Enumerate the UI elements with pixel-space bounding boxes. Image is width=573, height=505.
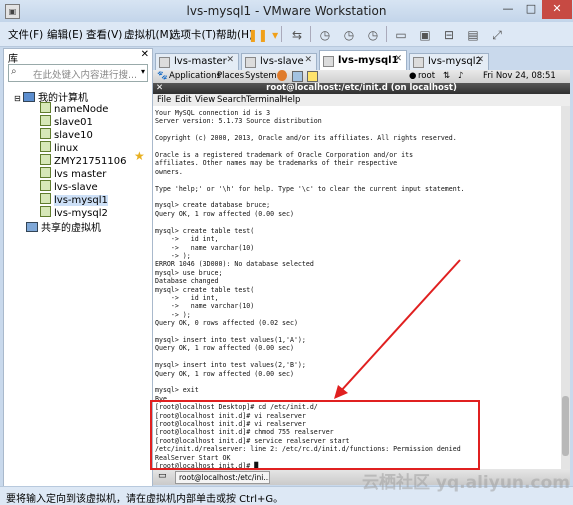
library-title: 库 bbox=[8, 54, 18, 65]
vm-icon bbox=[40, 206, 51, 217]
minimize-button[interactable]: — bbox=[496, 0, 520, 19]
computer-icon bbox=[23, 92, 35, 102]
vm-icon bbox=[40, 180, 51, 191]
tree-item-lvs-master[interactable]: lvs master bbox=[40, 167, 106, 180]
tab-lvs-mysql2[interactable]: lvs-mysql2 ✕ bbox=[409, 53, 489, 70]
close-button[interactable]: ✕ bbox=[542, 0, 572, 19]
tab-close-icon[interactable]: ✕ bbox=[226, 55, 234, 65]
library-icon[interactable]: ▭ bbox=[389, 24, 413, 46]
terminal-menu-file[interactable]: File bbox=[157, 95, 171, 105]
terminal-scrollbar[interactable] bbox=[561, 106, 570, 469]
thumbnail-icon[interactable]: ▣ bbox=[413, 24, 437, 46]
search-icon: ⌕ bbox=[11, 66, 17, 77]
snapshot-manager-icon[interactable]: ◷ bbox=[361, 24, 385, 46]
terminal-title: root@localhost:/etc/init.d (on localhost… bbox=[266, 83, 457, 93]
tree-item-slave10[interactable]: slave10 bbox=[40, 128, 93, 141]
tab-close-icon[interactable]: ✕ bbox=[476, 55, 484, 65]
terminal-menu-help[interactable]: Help bbox=[281, 95, 300, 105]
pause-icon[interactable]: ❚❚ ▾ bbox=[246, 24, 280, 46]
user-icon: ● bbox=[409, 71, 417, 81]
title-bar: ▣ lvs-mysql1 - VMware Workstation — □ ✕ bbox=[0, 0, 573, 22]
terminal-menu-search[interactable]: Search bbox=[217, 95, 246, 105]
menu-edit[interactable]: 编辑(E) bbox=[47, 27, 83, 42]
scrollbar-thumb[interactable] bbox=[562, 396, 569, 456]
tree-item-shared-vms[interactable]: 共享的虚拟机 bbox=[26, 219, 101, 234]
highlight-box bbox=[150, 400, 480, 470]
vm-icon bbox=[40, 141, 51, 152]
vm-tabs: lvs-master ✕ lvs-slave ✕ lvs-mysql1 ✕ lv… bbox=[153, 50, 573, 71]
tab-close-icon[interactable]: ✕ bbox=[394, 54, 402, 64]
clock[interactable]: Fri Nov 24, 08:51 bbox=[483, 71, 556, 81]
tree-item-linux[interactable]: linux bbox=[40, 141, 78, 154]
chevron-down-icon[interactable]: ▾ bbox=[141, 67, 145, 76]
network-icon: ⇅ bbox=[443, 71, 451, 81]
menu-tabs[interactable]: 选项卡(T) bbox=[170, 27, 216, 42]
tree-item-lvs-mysql2[interactable]: lvs-mysql2 bbox=[40, 206, 108, 219]
shared-folder-icon bbox=[26, 222, 38, 232]
favorite-star-icon[interactable]: ★ bbox=[134, 149, 145, 163]
terminal-close-icon[interactable]: ✕ bbox=[156, 83, 163, 94]
terminal-menu: File Edit View Search Terminal Help bbox=[153, 94, 570, 106]
tree-item-lvs-slave[interactable]: lvs-slave bbox=[40, 180, 98, 193]
vm-icon bbox=[40, 193, 51, 204]
mail-icon[interactable] bbox=[292, 71, 303, 82]
vm-icon bbox=[40, 128, 51, 139]
vm-icon bbox=[159, 57, 170, 68]
terminal-menu-terminal[interactable]: Terminal bbox=[246, 95, 282, 105]
tab-lvs-mysql1[interactable]: lvs-mysql1 ✕ bbox=[319, 50, 407, 71]
notes-icon[interactable] bbox=[307, 71, 318, 82]
vm-icon bbox=[413, 57, 424, 68]
menu-system[interactable]: System bbox=[245, 71, 277, 81]
menu-places[interactable]: Places bbox=[217, 71, 244, 81]
tree-item-lvs-mysql1[interactable]: lvs-mysql1 bbox=[40, 193, 108, 206]
firefox-icon[interactable] bbox=[277, 70, 287, 81]
revert-snapshot-icon[interactable]: ◷ bbox=[337, 24, 361, 46]
toolbar-separator bbox=[310, 26, 311, 42]
tree-item-slave01[interactable]: slave01 bbox=[40, 115, 93, 128]
vm-icon bbox=[40, 167, 51, 178]
vm-icon bbox=[245, 57, 256, 68]
gnome-logo-icon: 🐾 bbox=[157, 71, 168, 81]
fullscreen-icon[interactable]: ⤢ bbox=[485, 24, 509, 46]
vm-icon bbox=[40, 102, 51, 113]
collapse-icon[interactable]: ⊟ bbox=[14, 94, 23, 103]
vm-icon bbox=[40, 115, 51, 126]
tree-item-namenode[interactable]: nameNode bbox=[40, 102, 108, 115]
gnome-panel: 🐾 Applications Places System ● root ⇅ ♪ … bbox=[153, 70, 570, 83]
vm-icon bbox=[40, 154, 51, 165]
menu-bar: 文件(F) 编辑(E) 查看(V) 虚拟机(M) 选项卡(T) 帮助(H) ❚❚… bbox=[0, 22, 573, 47]
terminal-menu-edit[interactable]: Edit bbox=[175, 95, 191, 105]
taskbar-terminal-item[interactable]: root@localhost:/etc/ini... bbox=[175, 471, 270, 484]
maximize-button[interactable]: □ bbox=[520, 0, 542, 19]
watermark: 云栖社区 yq.aliyun.com bbox=[362, 473, 570, 493]
menu-file[interactable]: 文件(F) bbox=[8, 27, 43, 42]
tab-lvs-slave[interactable]: lvs-slave ✕ bbox=[241, 53, 317, 70]
library-panel: 库 ✕ ⌕ 在此处键入内容进行搜... ▾ ⊟ 我的计算机 nameNode sl… bbox=[3, 48, 153, 487]
toolbar-separator bbox=[386, 26, 387, 42]
user-name: root bbox=[418, 71, 436, 81]
console-view-icon[interactable]: ⊟ bbox=[437, 24, 461, 46]
menu-vm[interactable]: 虚拟机(M) bbox=[124, 27, 173, 42]
library-search-input[interactable]: ⌕ 在此处键入内容进行搜... ▾ bbox=[8, 64, 148, 82]
library-close-icon[interactable]: ✕ bbox=[141, 49, 149, 60]
tab-close-icon[interactable]: ✕ bbox=[304, 55, 312, 65]
send-keys-icon[interactable]: ⇆ bbox=[285, 24, 309, 46]
terminal-menu-view[interactable]: View bbox=[195, 95, 215, 105]
snapshot-icon[interactable]: ◷ bbox=[313, 24, 337, 46]
menu-view[interactable]: 查看(V) bbox=[86, 27, 122, 42]
unity-icon[interactable]: ▤ bbox=[461, 24, 485, 46]
terminal-titlebar: ✕ root@localhost:/etc/init.d (on localho… bbox=[153, 83, 570, 94]
search-placeholder: 在此处键入内容进行搜... bbox=[33, 70, 138, 81]
tree-item-zmy21751106[interactable]: ZMY21751106 bbox=[40, 154, 127, 167]
tree-item-my-computer[interactable]: ⊟ 我的计算机 bbox=[14, 89, 88, 104]
window-title: lvs-mysql1 - VMware Workstation bbox=[186, 4, 387, 18]
tab-lvs-master[interactable]: lvs-master ✕ bbox=[155, 53, 239, 70]
volume-icon: ♪ bbox=[458, 71, 464, 81]
status-text: 要将输入定向到该虚拟机，请在虚拟机内部单击或按 Ctrl+G。 bbox=[6, 494, 284, 505]
toolbar-separator bbox=[281, 26, 282, 42]
menu-applications[interactable]: Applications bbox=[169, 71, 221, 81]
vm-icon bbox=[323, 56, 334, 67]
show-desktop-icon[interactable]: ▭ bbox=[158, 471, 167, 481]
